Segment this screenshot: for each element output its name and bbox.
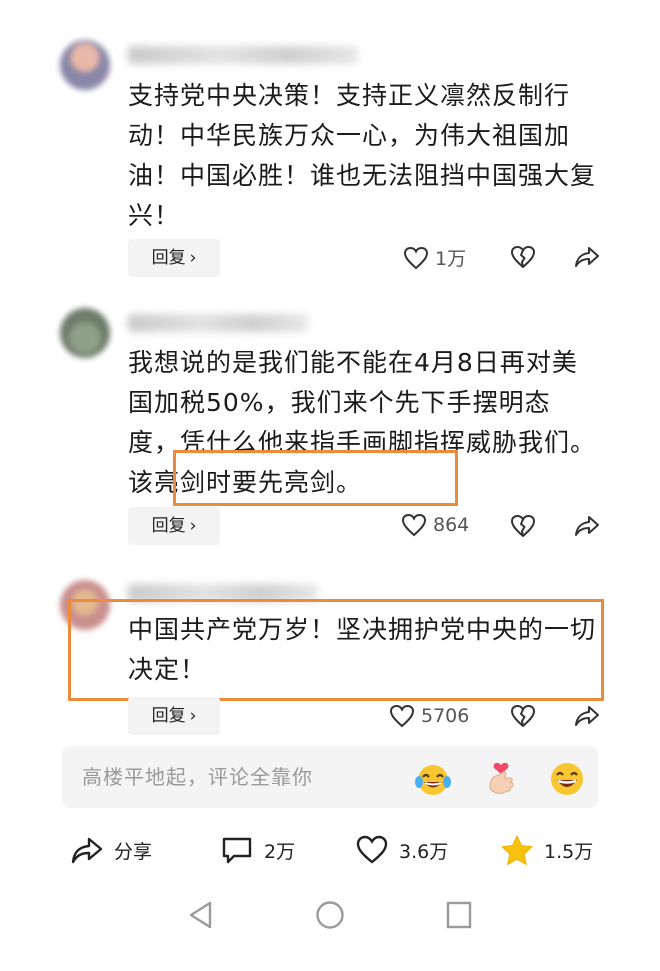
finger-heart-emoji[interactable] xyxy=(482,760,520,802)
favorite-count: 1.5万 xyxy=(544,840,594,863)
reply-label: 回复 xyxy=(151,706,186,726)
dislike-button[interactable] xyxy=(510,245,536,269)
like-button[interactable]: 1万 xyxy=(403,244,466,271)
like-count: 5706 xyxy=(421,705,470,727)
home-nav-button[interactable] xyxy=(315,900,345,934)
comment-button[interactable]: 2万 xyxy=(220,828,295,872)
star-icon xyxy=(501,835,533,865)
avatar[interactable] xyxy=(60,308,110,358)
favorite-button[interactable]: 1.5万 xyxy=(500,828,593,872)
recents-nav-icon xyxy=(446,901,472,929)
share-icon xyxy=(71,837,103,864)
like-button[interactable]: 864 xyxy=(401,513,469,537)
reply-label: 回复 xyxy=(151,516,186,536)
laughing-crying-emoji[interactable] xyxy=(414,760,452,802)
share-button[interactable]: 分享 xyxy=(70,828,152,872)
share-comment-button[interactable] xyxy=(574,704,600,728)
heart-icon xyxy=(403,246,429,269)
share-icon xyxy=(575,516,599,536)
chevron-right-icon: › xyxy=(189,516,197,536)
heart-icon xyxy=(389,704,415,728)
back-nav-icon xyxy=(189,901,212,929)
share-comment-button[interactable] xyxy=(574,245,600,269)
reply-button[interactable]: 回复 › xyxy=(128,239,220,277)
like-count: 3.6万 xyxy=(399,840,449,863)
comment-text: 我想说的是我们能不能在4月8日再对美国加税50%，我们来个先下手摆明态度，凭什么… xyxy=(128,348,597,497)
back-nav-button[interactable] xyxy=(187,900,215,934)
heart-icon xyxy=(356,835,388,864)
broken-heart-icon xyxy=(511,515,535,537)
share-label: 分享 xyxy=(114,840,153,863)
comment-input[interactable]: 高楼平地起，评论全靠你 xyxy=(82,746,313,808)
like-button[interactable]: 5706 xyxy=(389,704,469,728)
grinning-emoji[interactable] xyxy=(548,760,586,802)
chevron-right-icon: › xyxy=(189,706,197,726)
like-post-button[interactable]: 3.6万 xyxy=(355,828,448,872)
home-nav-icon xyxy=(316,901,344,929)
reply-label: 回复 xyxy=(151,248,186,268)
reply-button[interactable]: 回复 › xyxy=(128,507,220,545)
like-count: 864 xyxy=(433,514,470,536)
share-icon xyxy=(575,706,599,726)
like-count: 1万 xyxy=(435,248,467,270)
broken-heart-icon xyxy=(511,246,535,268)
comment-count: 2万 xyxy=(264,840,296,863)
username[interactable] xyxy=(128,46,358,64)
comment-icon xyxy=(222,837,252,864)
share-icon xyxy=(575,247,599,267)
dislike-button[interactable] xyxy=(510,514,536,538)
recents-nav-button[interactable] xyxy=(445,900,473,934)
dislike-button[interactable] xyxy=(510,704,536,728)
reply-button[interactable]: 回复 › xyxy=(128,697,220,735)
share-comment-button[interactable] xyxy=(574,514,600,538)
comment-text: 中国共产党万岁！坚决拥护党中央的一切决定！ xyxy=(128,615,597,684)
username[interactable] xyxy=(128,584,318,602)
broken-heart-icon xyxy=(511,705,535,727)
avatar[interactable] xyxy=(60,40,110,90)
heart-icon xyxy=(401,513,427,537)
comment-text: 支持党中央决策！支持正义凛然反制行动！中华民族万众一心，为伟大祖国加油！中国必胜… xyxy=(128,81,597,230)
chevron-right-icon: › xyxy=(189,248,197,268)
avatar[interactable] xyxy=(60,580,110,630)
username[interactable] xyxy=(128,314,308,332)
